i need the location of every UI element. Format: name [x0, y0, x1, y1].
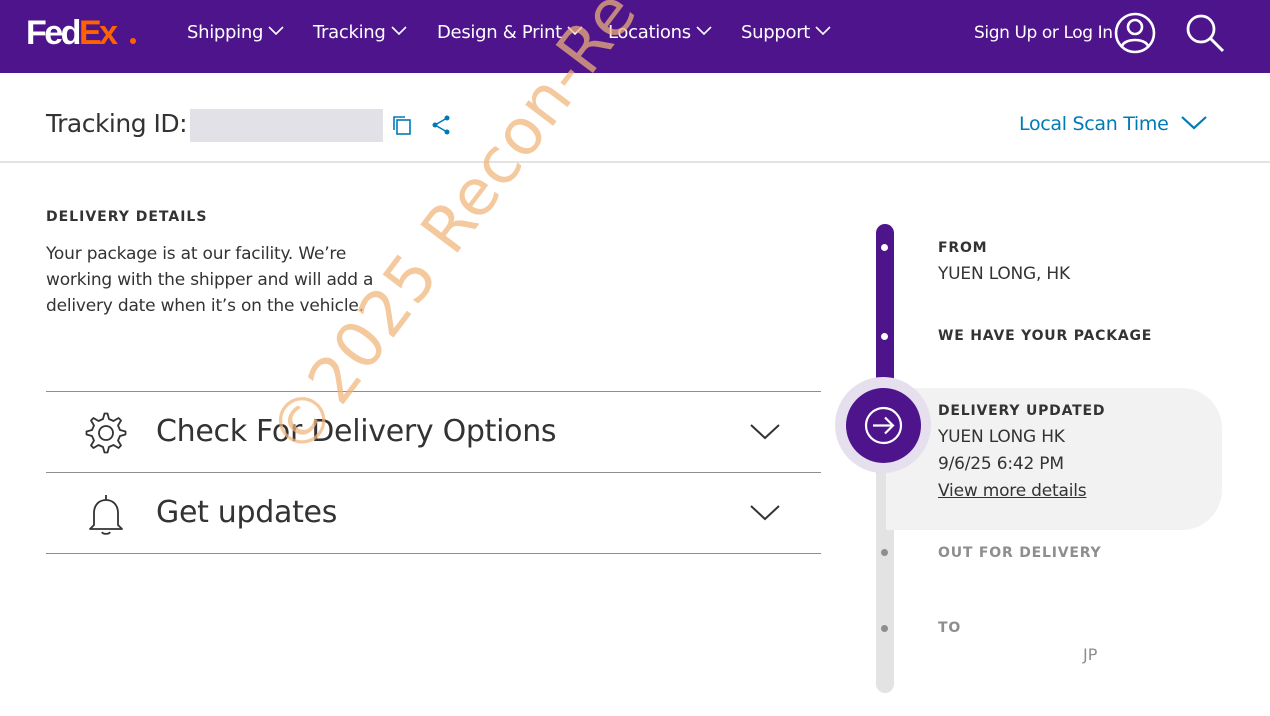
chevron-down-icon	[750, 424, 780, 440]
to-country: JP	[1083, 645, 1098, 664]
chevron-down-icon	[268, 26, 284, 36]
nav-item-tracking[interactable]: Tracking	[313, 21, 407, 45]
current-timestamp: 9/6/25 6:42 PM	[938, 454, 1064, 474]
timeline-dot	[881, 549, 888, 556]
bell-icon	[89, 495, 123, 535]
nav-item-locations[interactable]: Locations	[608, 21, 712, 45]
current-location: YUEN LONG HK	[938, 427, 1065, 447]
nav-item-shipping[interactable]: Shipping	[187, 21, 284, 45]
tracking-bar: Tracking ID: Local Scan Time	[0, 73, 1270, 163]
chevron-down-icon	[390, 26, 407, 36]
chevron-down-icon	[696, 26, 712, 36]
nav-item-design-print[interactable]: Design & Print	[437, 21, 583, 45]
nav-item-label: Design & Print	[437, 22, 562, 43]
nav-item-label: Support	[741, 22, 811, 43]
accordion-label: Check For Delivery Options	[156, 414, 557, 449]
user-icon[interactable]	[1114, 12, 1156, 54]
current-status-marker	[846, 388, 921, 463]
tracking-id-label: Tracking ID:	[46, 109, 188, 138]
fedex-logo[interactable]: FedEx	[26, 13, 136, 53]
nav-item-label: Shipping	[187, 22, 264, 43]
get-updates-accordion[interactable]: Get updates	[46, 472, 821, 554]
gear-icon	[85, 412, 127, 454]
timeline-dot	[881, 333, 888, 340]
we-have-your-package-heading: WE HAVE YOUR PACKAGE	[938, 328, 1153, 344]
delivery-details-message: Your package is at our facility. We’re w…	[46, 244, 374, 316]
share-icon[interactable]	[430, 114, 452, 136]
logo-fed: Fed	[26, 14, 81, 52]
from-location: YUEN LONG, HK	[938, 264, 1070, 284]
timeline-dot	[881, 244, 888, 251]
view-more-details-link[interactable]: View more details	[938, 480, 1087, 502]
out-for-delivery-heading: OUT FOR DELIVERY	[938, 545, 1102, 561]
accordion-label: Get updates	[156, 495, 338, 530]
copy-icon[interactable]	[391, 114, 413, 136]
to-heading: TO	[938, 620, 962, 636]
search-icon[interactable]	[1184, 12, 1226, 54]
chevron-down-icon	[750, 505, 780, 521]
nav-item-label: Locations	[608, 22, 691, 43]
chevron-down-icon[interactable]	[1181, 113, 1207, 133]
signin-link[interactable]: Sign Up or Log In	[974, 21, 1113, 45]
delivery-details-heading: DELIVERY DETAILS	[46, 209, 208, 225]
nav-item-label: Tracking	[313, 22, 386, 43]
nav-item-support[interactable]: Support	[741, 21, 831, 45]
check-delivery-options-accordion[interactable]: Check For Delivery Options	[46, 391, 821, 473]
local-scan-time-toggle[interactable]: Local Scan Time	[1019, 111, 1169, 137]
arrow-right-circle-icon	[864, 406, 903, 445]
logo-dot	[130, 38, 136, 44]
top-nav: FedEx Shipping Tracking Design & Print L…	[0, 0, 1270, 73]
chevron-down-icon	[815, 26, 831, 36]
logo-ex: Ex	[78, 14, 118, 52]
timeline-dot	[881, 625, 888, 632]
delivery-updated-heading: DELIVERY UPDATED	[938, 403, 1106, 419]
chevron-down-icon	[567, 26, 583, 36]
tracking-id-value	[190, 109, 383, 142]
from-heading: FROM	[938, 240, 988, 256]
